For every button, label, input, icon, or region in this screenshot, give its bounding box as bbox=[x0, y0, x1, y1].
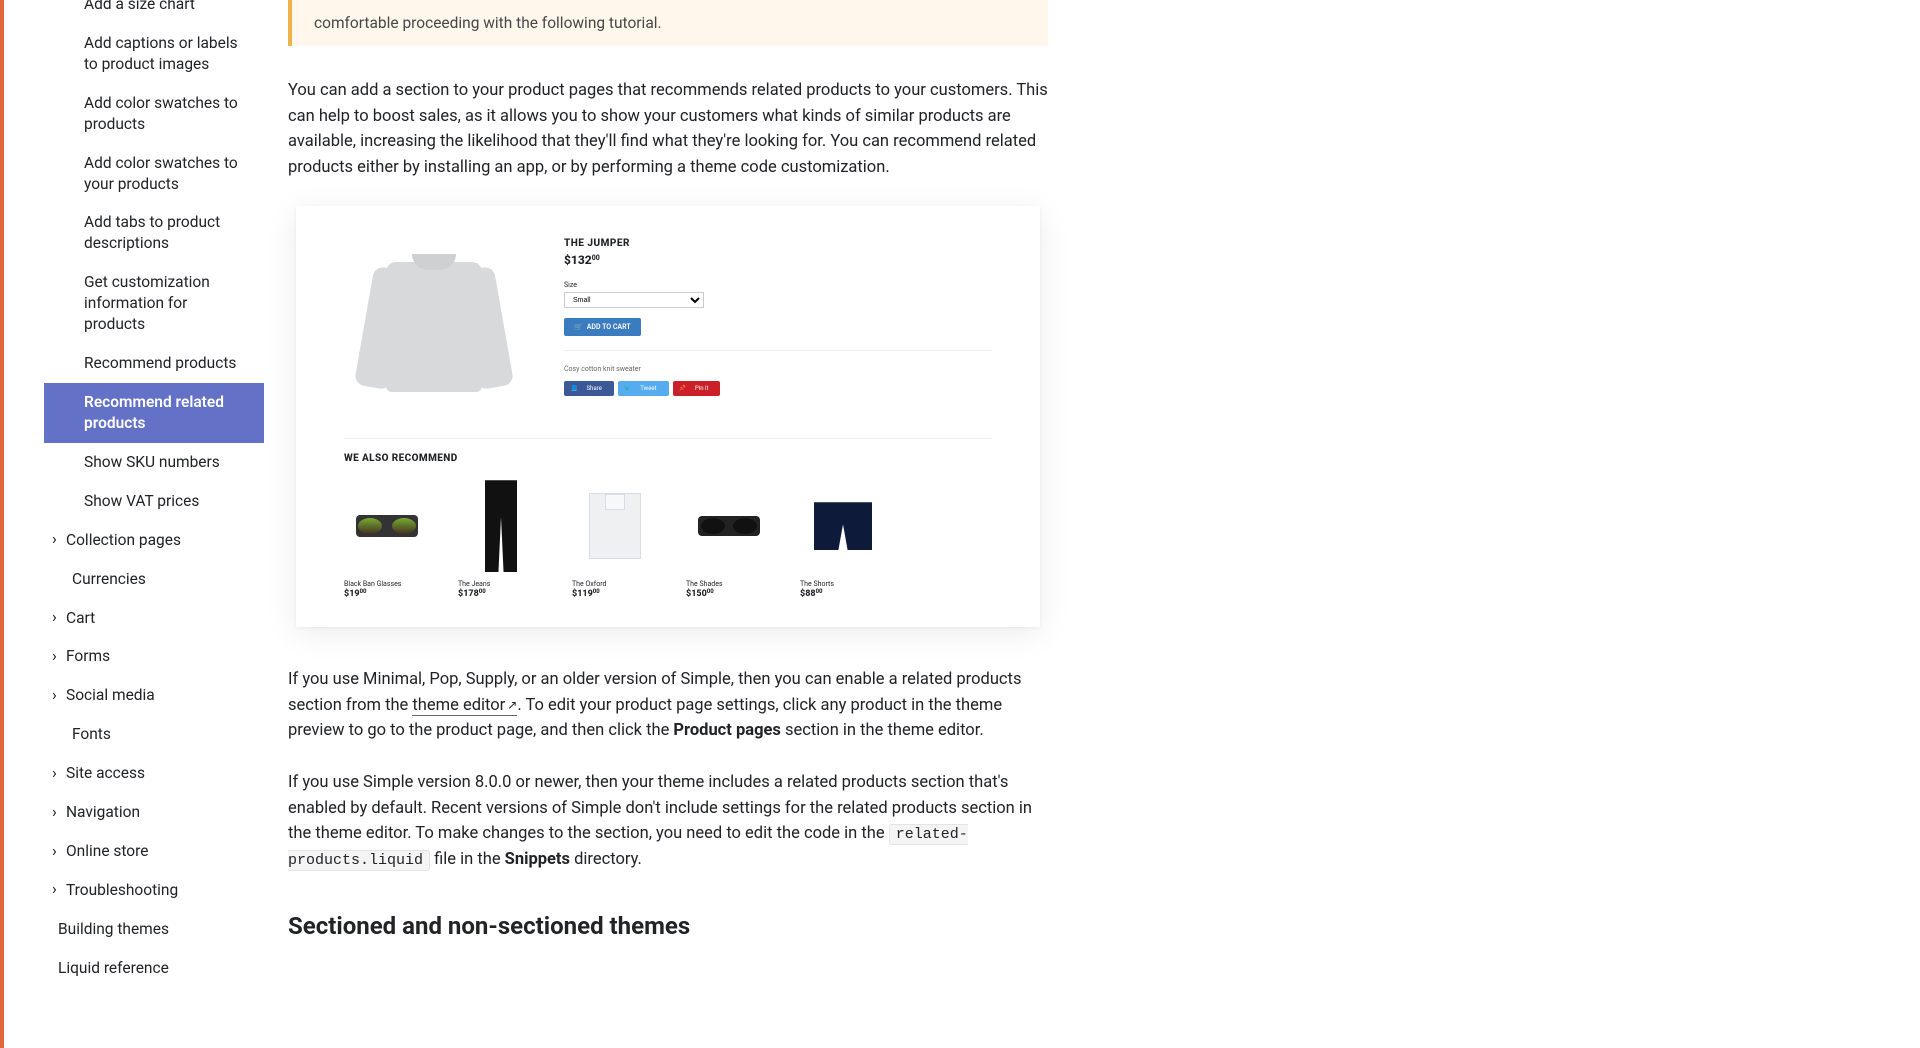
sidebar-nav: Add a size chart Add captions or labels … bbox=[44, 0, 264, 988]
sidebar-parent-cart[interactable]: Cart bbox=[44, 599, 264, 638]
mock-product-price: $13200 bbox=[564, 253, 992, 267]
sidebar-item-vat[interactable]: Show VAT prices bbox=[44, 482, 264, 521]
product-page-mock: THE JUMPER $13200 Size Small ADD TO CART… bbox=[296, 206, 1040, 627]
mock-rec-card[interactable]: The Shades $15000 bbox=[686, 476, 772, 599]
sidebar-parent-social-media[interactable]: Social media bbox=[44, 676, 264, 715]
mock-rec-card[interactable]: The Oxford $11900 bbox=[572, 476, 658, 599]
mock-description: Cosy cotton knit sweater bbox=[564, 365, 992, 373]
sidebar-item-recommend-products[interactable]: Recommend products bbox=[44, 344, 264, 383]
sidebar-item-customization-info[interactable]: Get customization information for produc… bbox=[44, 263, 264, 344]
sidebar-item-sku[interactable]: Show SKU numbers bbox=[44, 443, 264, 482]
mock-add-to-cart-button[interactable]: ADD TO CART bbox=[564, 318, 641, 336]
caution-note: comfortable proceeding with the followin… bbox=[288, 0, 1048, 46]
sidebar-item-swatches-products[interactable]: Add color swatches to products bbox=[44, 84, 264, 144]
sidebar-item-tabs[interactable]: Add tabs to product descriptions bbox=[44, 203, 264, 263]
theme-editor-link[interactable]: theme editor↗ bbox=[412, 696, 517, 716]
sidebar-parent-troubleshooting[interactable]: Troubleshooting bbox=[44, 871, 264, 910]
mock-share-fb[interactable]: 📘 Share bbox=[564, 381, 614, 396]
mock-rec-card[interactable]: The Jeans $17800 bbox=[458, 476, 544, 599]
sidebar-parent-site-access[interactable]: Site access bbox=[44, 754, 264, 793]
mock-rec-card[interactable]: The Shorts $8800 bbox=[800, 476, 886, 599]
sidebar-parent-collection-pages[interactable]: Collection pages bbox=[44, 521, 264, 560]
mock-share-pin[interactable]: 📌 Pin it bbox=[673, 381, 721, 396]
mock-product-image bbox=[344, 234, 524, 424]
sidebar-item-swatches-your-products[interactable]: Add color swatches to your products bbox=[44, 144, 264, 204]
mock-share-row: 📘 Share 🐦 Tweet 📌 Pin it bbox=[564, 381, 992, 396]
sidebar-item-size-chart[interactable]: Add a size chart bbox=[44, 0, 264, 24]
mock-recommend-heading: WE ALSO RECOMMEND bbox=[344, 453, 992, 464]
note-text: comfortable proceeding with the followin… bbox=[314, 14, 662, 32]
product-pages-strong: Product pages bbox=[673, 721, 780, 740]
sidebar-parent-online-store[interactable]: Online store bbox=[44, 832, 264, 871]
sidebar-item-building-themes[interactable]: Building themes bbox=[44, 910, 264, 949]
sidebar-item-currencies[interactable]: Currencies bbox=[44, 560, 264, 599]
external-link-icon: ↗ bbox=[507, 698, 517, 712]
mock-product-title: THE JUMPER bbox=[564, 238, 992, 249]
paragraph-theme-editor: If you use Minimal, Pop, Supply, or an o… bbox=[288, 667, 1048, 744]
intro-paragraph: You can add a section to your product pa… bbox=[288, 78, 1048, 180]
mock-rec-card[interactable]: Black Ban Glasses $1900 bbox=[344, 476, 430, 599]
sidebar-parent-forms[interactable]: Forms bbox=[44, 637, 264, 676]
sidebar-item-fonts[interactable]: Fonts bbox=[44, 715, 264, 754]
sidebar-parent-navigation[interactable]: Navigation bbox=[44, 793, 264, 832]
sidebar-item-recommend-related[interactable]: Recommend related products bbox=[44, 383, 264, 443]
sidebar-item-captions[interactable]: Add captions or labels to product images bbox=[44, 24, 264, 84]
snippets-strong: Snippets bbox=[505, 850, 570, 869]
paragraph-simple-theme: If you use Simple version 8.0.0 or newer… bbox=[288, 770, 1048, 872]
sectioned-heading: Sectioned and non-sectioned themes bbox=[288, 912, 1048, 940]
main-content: comfortable proceeding with the followin… bbox=[288, 0, 1048, 988]
mock-size-label: Size bbox=[564, 281, 992, 289]
mock-share-tw[interactable]: 🐦 Tweet bbox=[618, 381, 669, 396]
sidebar-item-liquid-reference[interactable]: Liquid reference bbox=[44, 949, 264, 988]
mock-size-select[interactable]: Small bbox=[564, 292, 704, 308]
